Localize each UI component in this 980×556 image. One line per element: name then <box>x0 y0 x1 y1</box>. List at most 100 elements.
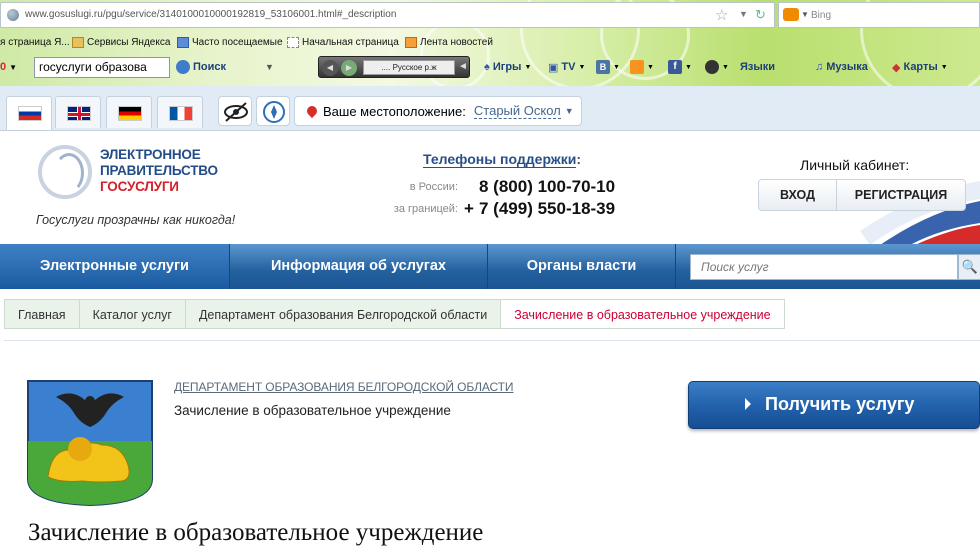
folder-icon <box>72 36 84 48</box>
accessibility-button[interactable] <box>218 96 252 126</box>
maps-label: Карты <box>903 61 938 73</box>
bookmark-news-feed[interactable]: Лента новостей <box>405 33 493 51</box>
eye-icon <box>224 102 248 122</box>
cabinet-title: Личный кабинет: <box>800 157 910 173</box>
cabinet-buttons: ВХОД РЕГИСТРАЦИЯ <box>758 179 966 211</box>
breadcrumb-home[interactable]: Главная <box>4 299 80 329</box>
breadcrumb-current: Зачисление в образовательное учреждение <box>501 299 785 329</box>
register-button[interactable]: РЕГИСТРАЦИЯ <box>837 180 965 210</box>
service-search-input[interactable]: Поиск услуг <box>690 254 958 280</box>
search-engine-name: Bing <box>811 10 832 21</box>
toolbar-maps[interactable]: ◆ Карты ▼ <box>892 56 948 78</box>
lang-german[interactable] <box>106 96 152 128</box>
support-phones-title[interactable]: Телефоны поддержки: <box>423 151 582 168</box>
yandex-search-input[interactable]: госуслуги образова <box>34 57 170 78</box>
phone-russia-number: 8 (800) 100-70-10 <box>479 177 616 196</box>
top-bar: Ваше местоположение: Старый Оскол ▼ <box>0 86 980 130</box>
main-nav: Электронные услуги Информация об услугах… <box>0 244 980 289</box>
compass-button[interactable] <box>256 96 290 126</box>
history-dropdown-icon[interactable]: ▼ <box>739 9 748 19</box>
more-dropdown-icon[interactable]: ▼ <box>265 56 274 78</box>
logo-line-1: ЭЛЕКТРОННОЕ <box>100 147 201 162</box>
bookmark-yandex-services[interactable]: Сервисы Яндекса <box>72 33 170 51</box>
music-icon: ♫ <box>815 61 824 73</box>
toolbar-ok[interactable]: ▼ <box>630 56 654 78</box>
languages-label: Языки <box>740 61 776 73</box>
tv-label: TV <box>561 61 576 73</box>
tv-icon: ▣ <box>548 61 559 74</box>
address-bar[interactable]: www.gosuslugi.ru/pgu/service/31401000100… <box>0 2 775 28</box>
belgorod-coat-of-arms-icon <box>27 380 153 507</box>
search-icon <box>176 60 190 74</box>
games-icon: ♠ <box>484 61 490 73</box>
history-icon <box>177 36 189 48</box>
breadcrumb-catalog[interactable]: Каталог услуг <box>79 299 186 329</box>
uk-flag-icon <box>67 106 91 121</box>
bookmark-label: Начальная страница <box>302 36 399 48</box>
arrow-right-icon <box>745 398 751 410</box>
prev-icon[interactable]: ◀ <box>322 60 338 76</box>
toolbar-languages[interactable]: Языки <box>740 56 775 78</box>
bookmark-most-visited[interactable]: Часто посещаемые <box>177 33 283 51</box>
play-icon[interactable]: ▶ <box>341 60 357 76</box>
bookmark-star-icon[interactable]: ☆ <box>715 6 728 24</box>
odnoklassniki-icon <box>630 60 644 74</box>
lang-english[interactable] <box>55 96 101 128</box>
engine-dropdown-icon[interactable]: ▼ <box>801 10 809 19</box>
bookmark-label: Часто посещаемые <box>192 36 283 48</box>
german-flag-icon <box>118 106 142 121</box>
bookmark-label: Сервисы Яндекса <box>87 36 171 48</box>
phone-russia-label: в России: <box>409 181 458 193</box>
service-name: Зачисление в образовательное учреждение <box>174 403 451 418</box>
games-label: Игры <box>492 61 522 73</box>
gosuslugi-logo-icon[interactable] <box>38 145 92 199</box>
support-phones-colon: : <box>576 151 582 167</box>
radio-player[interactable]: ◀ ▶ .... Русское р.ж ◄ <box>318 56 470 78</box>
toolbar-music[interactable]: ♫ Музыка <box>815 56 868 78</box>
nav-services-info[interactable]: Информация об услугах <box>230 244 488 289</box>
globe-icon <box>7 9 19 21</box>
location-city[interactable]: Старый Оскол <box>473 103 561 119</box>
breadcrumb: Главная Каталог услуг Департамент образо… <box>4 299 785 329</box>
toolbar-tv[interactable]: ▣ TV ▼ <box>548 56 585 78</box>
reload-icon[interactable]: ↻ <box>755 7 766 23</box>
toolbar-mail[interactable]: ▼ <box>705 56 729 78</box>
search-icon[interactable]: 🔍 <box>958 254 980 280</box>
toolbar-menu[interactable]: 0 ▼ <box>0 56 17 78</box>
page-title: Зачисление в образовательное учреждение <box>28 519 484 546</box>
location-pin-icon <box>304 103 320 119</box>
address-url: www.gosuslugi.ru/pgu/service/31401000100… <box>25 9 397 20</box>
nav-authorities[interactable]: Органы власти <box>488 244 676 289</box>
bookmark-label: Лента новостей <box>420 36 493 48</box>
search-engine-box[interactable]: ▼ Bing <box>778 2 980 28</box>
toolbar-games[interactable]: ♠ Игры ▼ <box>484 56 531 78</box>
phone-abroad-label: за границей: <box>393 203 458 215</box>
yandex-search-button[interactable]: Поиск <box>176 56 226 78</box>
get-service-button[interactable]: Получить услугу <box>688 381 980 429</box>
get-service-label: Получить услугу <box>765 394 915 414</box>
chevron-down-icon: ▼ <box>564 106 574 116</box>
russian-flag-icon <box>18 106 42 121</box>
logo-line-3: ГОСУСЛУГИ <box>100 179 179 194</box>
service-content: ДЕПАРТАМЕНТ ОБРАЗОВАНИЯ БЕЛГОРОДСКОЙ ОБЛ… <box>4 340 980 556</box>
location-selector[interactable]: Ваше местоположение: Старый Оскол ▼ <box>294 96 582 126</box>
search-button-label: Поиск <box>193 61 227 73</box>
page-icon <box>287 36 299 48</box>
logo-line-2: ПРАВИТЕЛЬСТВО <box>100 163 218 178</box>
lang-russian[interactable] <box>6 96 52 130</box>
lang-french[interactable] <box>157 96 203 128</box>
bookmark-yandex-page[interactable]: я страница Я... <box>0 33 70 51</box>
location-label: Ваше местоположение: <box>323 103 466 119</box>
bookmark-label: я страница Я... <box>0 36 70 48</box>
toolbar-facebook[interactable]: f ▼ <box>668 56 692 78</box>
login-button[interactable]: ВХОД <box>759 180 837 210</box>
mail-icon <box>705 60 719 74</box>
search-engine-icon <box>783 8 799 21</box>
nav-electronic-services[interactable]: Электронные услуги <box>0 244 230 289</box>
support-phones-link[interactable]: Телефоны поддержки <box>423 151 577 168</box>
department-link[interactable]: ДЕПАРТАМЕНТ ОБРАЗОВАНИЯ БЕЛГОРОДСКОЙ ОБЛ… <box>174 380 514 394</box>
toolbar-vk[interactable]: B ▼ <box>596 56 620 78</box>
volume-icon[interactable]: ◄ <box>458 61 468 72</box>
bookmark-start-page[interactable]: Начальная страница <box>287 33 399 51</box>
breadcrumb-department[interactable]: Департамент образования Белгородской обл… <box>185 299 502 329</box>
